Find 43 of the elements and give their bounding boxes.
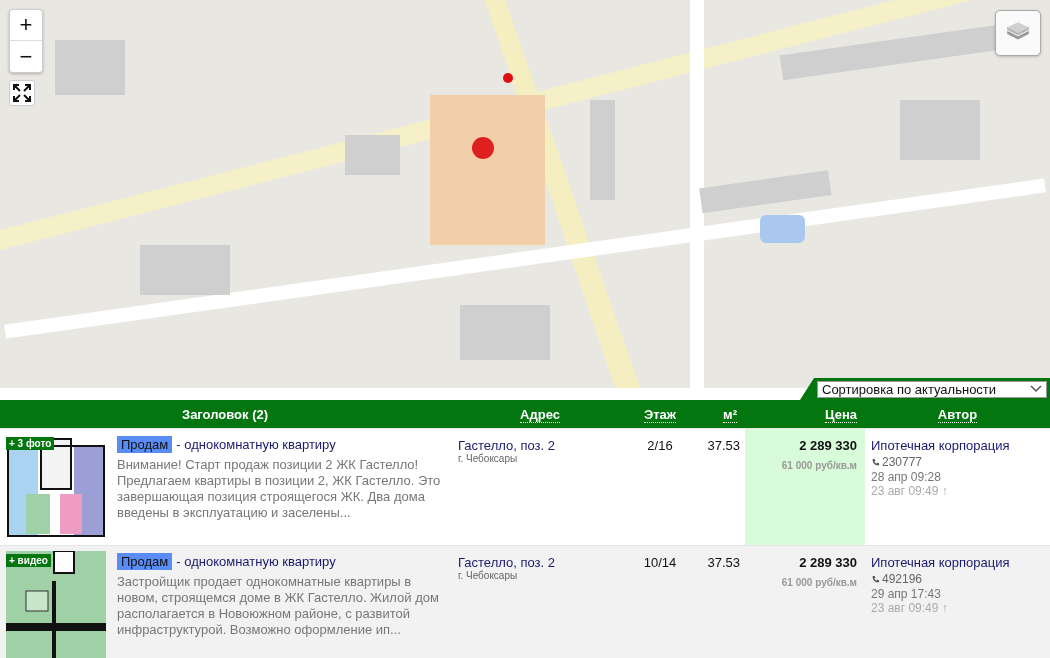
deal-type-tag[interactable]: Продам <box>117 553 173 570</box>
city-text: г. Чебоксары <box>458 453 519 464</box>
media-badge[interactable]: + 3 фото <box>6 437 55 450</box>
area-text: 37.53 <box>707 555 740 570</box>
fullscreen-button[interactable] <box>9 80 35 106</box>
address-link[interactable]: Гастелло, поз. 2 <box>458 555 630 570</box>
phone-number: 230777 <box>882 455 923 469</box>
sort-dropdown[interactable]: Сортировка по актуальности <box>817 380 1047 398</box>
deal-type-tag[interactable]: Продам <box>117 436 173 453</box>
author-link[interactable]: Ипотечная корпорация <box>871 555 1010 570</box>
price-text: 2 289 330 <box>799 555 857 570</box>
phone-number: 492196 <box>882 572 923 586</box>
author-link[interactable]: Ипотечная корпорация <box>871 438 1010 453</box>
media-badge[interactable]: + видео <box>6 554 51 567</box>
price-text: 2 289 330 <box>799 438 857 453</box>
column-heading[interactable]: Автор <box>937 407 978 423</box>
price-per-meter: 61 000 руб/кв.м <box>781 460 857 471</box>
zoom-in-button[interactable]: + <box>10 10 42 41</box>
column-heading: Заголовок (2) <box>182 407 268 422</box>
floor-text: 10/14 <box>643 555 677 570</box>
listing-title[interactable]: - однокомнатную квартиру <box>176 437 336 452</box>
column-heading[interactable]: м² <box>723 407 737 423</box>
price-per-meter: 61 000 руб/кв.м <box>781 577 857 588</box>
listing-title[interactable]: - однокомнатную квартиру <box>176 554 336 569</box>
layers-button[interactable] <box>995 10 1041 56</box>
listing-description: Застройщик продает однокомнатные квартиры в новом, строящемся доме в ЖК Гастелло. Жилой дом располагается в Новоюжном районе, с развитой инфраструктурой. Возможно оформление ип... <box>117 574 440 638</box>
updated-date: 23 авг 09:49 ↑ <box>871 484 948 498</box>
zoom-out-button[interactable]: − <box>10 41 42 72</box>
created-date: 28 апр 09:28 <box>871 470 941 484</box>
updated-date: 23 авг 09:49 ↑ <box>871 601 948 615</box>
city-text: г. Чебоксары <box>458 570 519 581</box>
column-heading[interactable]: Цена <box>825 407 857 423</box>
column-heading[interactable]: Адрес <box>520 407 560 423</box>
phone-icon <box>871 457 880 467</box>
fullscreen-icon <box>12 83 32 103</box>
area-text: 37.53 <box>707 438 740 453</box>
column-heading[interactable]: Этаж <box>643 407 677 423</box>
listing-description: Внимание! Старт продаж позиции 2 ЖК Гастелло! Предлагаем квартиры в позиции 2, ЖК Гастелло. Это завершающая позиция строящегося ЖК. Два дома введены в эксплуатацию и заселены... <box>117 457 442 521</box>
created-date: 29 апр 17:43 <box>871 587 941 601</box>
floor-text: 2/16 <box>647 438 673 453</box>
phone-icon <box>871 574 880 584</box>
address-link[interactable]: Гастелло, поз. 2 <box>458 438 630 453</box>
chevron-down-icon <box>1030 385 1042 393</box>
